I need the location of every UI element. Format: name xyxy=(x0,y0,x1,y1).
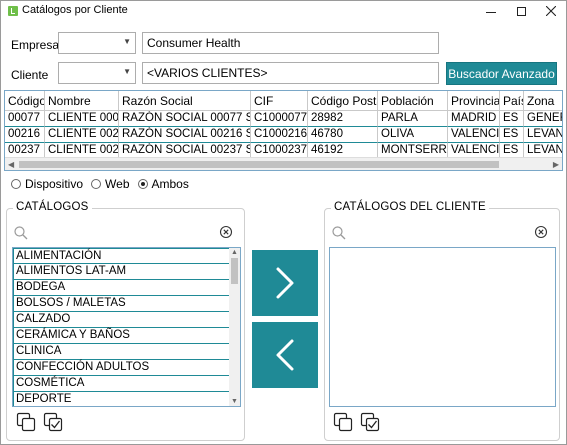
cell-nombre: CLIENTE 00077 xyxy=(45,111,119,127)
channel-filter: Dispositivo Web Ambos xyxy=(11,177,189,191)
radio-button-icon xyxy=(91,179,102,189)
catalogs-panel-title: CATÁLOGOS xyxy=(13,201,92,213)
copy-icon[interactable] xyxy=(16,412,36,432)
empresa-label: Empresa xyxy=(11,38,60,52)
cell-pais: ES xyxy=(500,111,524,127)
scrollbar-thumb[interactable] xyxy=(19,161,499,168)
list-item[interactable]: CALZADO xyxy=(13,312,231,328)
column-header-poblacion[interactable]: Población xyxy=(378,91,448,110)
column-header-codigo-postal[interactable]: Código Postal xyxy=(308,91,378,110)
client-catalogs-list[interactable] xyxy=(329,247,556,407)
cell-codigo: 00216 xyxy=(5,127,45,143)
radio-label: Ambos xyxy=(151,177,189,191)
client-catalogs-panel: CATÁLOGOS DEL CLIENTE xyxy=(324,201,560,441)
list-item[interactable]: ALIMENTOS LAT-AM xyxy=(13,264,231,280)
column-header-nombre[interactable]: Nombre xyxy=(45,91,119,110)
radio-label: Web xyxy=(105,177,130,191)
scrollbar-thumb[interactable] xyxy=(231,258,238,284)
list-item[interactable]: DEPORTE xyxy=(13,392,231,406)
cliente-name-field[interactable]: <VARIOS CLIENTES> xyxy=(142,62,439,84)
clear-search-icon[interactable] xyxy=(534,225,548,239)
cell-codigo-postal: 46780 xyxy=(308,127,378,143)
app-icon xyxy=(8,6,18,16)
scroll-right-icon[interactable]: ▶ xyxy=(553,160,559,169)
list-item[interactable]: BOLSOS / MALETAS xyxy=(13,296,231,312)
window-title: Catálogos por Cliente xyxy=(22,4,128,16)
search-icon xyxy=(14,226,28,240)
scroll-down-icon[interactable]: ▼ xyxy=(231,398,238,405)
column-header-pais[interactable]: País xyxy=(500,91,524,110)
maximize-button[interactable] xyxy=(507,1,535,21)
list-item[interactable]: CERÁMICA Y BAÑOS xyxy=(13,328,231,344)
cell-nombre: CLIENTE 00216 xyxy=(45,127,119,143)
clear-search-icon[interactable] xyxy=(219,225,233,239)
radio-ambos[interactable]: Ambos xyxy=(137,177,189,191)
empresa-code-select[interactable]: ▼ xyxy=(58,32,136,54)
table-row[interactable]: 00216 CLIENTE 00216 RAZÓN SOCIAL 00216 S… xyxy=(5,127,562,143)
chevron-down-icon: ▼ xyxy=(123,67,131,76)
list-item[interactable]: CLINICA xyxy=(13,344,231,360)
cell-razon-social: RAZÓN SOCIAL 00077 S.A. xyxy=(119,111,251,127)
client-catalogs-search[interactable] xyxy=(325,223,559,243)
list-item[interactable]: COSMÉTICA xyxy=(13,376,231,392)
table-header: Código Nombre Razón Social CIF Código Po… xyxy=(5,91,562,111)
list-item[interactable]: CONFECCIÓN ADULTOS xyxy=(13,360,231,376)
column-header-cif[interactable]: CIF xyxy=(251,91,308,110)
cell-codigo-postal: 28982 xyxy=(308,111,378,127)
maximize-icon xyxy=(516,6,526,16)
minimize-icon xyxy=(486,11,496,13)
column-header-provincia[interactable]: Provincia xyxy=(448,91,500,110)
radio-button-icon xyxy=(11,179,21,189)
list-item[interactable]: BODEGA xyxy=(13,280,231,296)
catalogs-window: Catálogos por Cliente Empresa ▼ Consumer… xyxy=(0,0,567,445)
empresa-name-field[interactable]: Consumer Health xyxy=(142,32,439,54)
list-item[interactable]: ALIMENTACIÓN xyxy=(13,248,231,264)
client-catalogs-panel-title: CATÁLOGOS DEL CLIENTE xyxy=(331,201,489,213)
minimize-button[interactable] xyxy=(477,1,505,21)
radio-button-selected-icon xyxy=(137,179,148,189)
close-icon xyxy=(546,6,556,16)
cell-cif: C1000077B xyxy=(251,111,308,127)
column-header-codigo[interactable]: Código xyxy=(5,91,45,110)
scroll-left-icon[interactable]: ◀ xyxy=(8,160,14,169)
vertical-scrollbar[interactable]: ▲ ▼ xyxy=(229,248,240,406)
advanced-search-button[interactable]: Buscador Avanzado xyxy=(446,62,557,85)
copy-icon[interactable] xyxy=(333,412,353,432)
cell-zona: LEVANT xyxy=(524,127,562,143)
check-all-icon[interactable] xyxy=(43,412,63,432)
cell-provincia: VALENCIA xyxy=(448,127,500,143)
add-catalog-button[interactable] xyxy=(252,250,318,316)
catalogs-search[interactable] xyxy=(7,223,244,243)
chevron-left-icon xyxy=(276,339,294,371)
clients-table: Código Nombre Razón Social CIF Código Po… xyxy=(4,90,563,171)
title-bar: Catálogos por Cliente xyxy=(1,1,566,21)
cliente-label: Cliente xyxy=(11,68,49,82)
cell-poblacion: PARLA xyxy=(378,111,448,127)
scroll-up-icon[interactable]: ▲ xyxy=(231,249,238,256)
cell-cif: C1000216B xyxy=(251,127,308,143)
catalogs-panel: CATÁLOGOS ALIMENTACIÓN ALIMENTOS LAT-AM … xyxy=(6,201,245,441)
horizontal-scrollbar[interactable]: ◀ ▶ xyxy=(5,157,562,170)
cell-razon-social: RAZÓN SOCIAL 00216 S.A. xyxy=(119,127,251,143)
cell-zona: GENERA xyxy=(524,111,562,127)
check-all-icon[interactable] xyxy=(360,412,380,432)
cell-poblacion: OLIVA xyxy=(378,127,448,143)
cell-provincia: MADRID xyxy=(448,111,500,127)
table-row[interactable]: 00077 CLIENTE 00077 RAZÓN SOCIAL 00077 S… xyxy=(5,111,562,127)
cliente-code-select[interactable]: ▼ xyxy=(58,62,136,84)
cell-codigo: 00077 xyxy=(5,111,45,127)
remove-catalog-button[interactable] xyxy=(252,322,318,388)
radio-label: Dispositivo xyxy=(25,177,84,191)
chevron-down-icon: ▼ xyxy=(123,37,131,46)
chevron-right-icon xyxy=(276,267,294,299)
close-button[interactable] xyxy=(537,1,565,21)
radio-dispositivo[interactable]: Dispositivo xyxy=(11,177,83,191)
column-header-zona[interactable]: Zona xyxy=(524,91,562,110)
cell-pais: ES xyxy=(500,127,524,143)
catalogs-list[interactable]: ALIMENTACIÓN ALIMENTOS LAT-AM BODEGA BOL… xyxy=(12,247,241,407)
column-header-razon-social[interactable]: Razón Social xyxy=(119,91,251,110)
search-icon xyxy=(332,226,346,240)
radio-web[interactable]: Web xyxy=(91,177,130,191)
